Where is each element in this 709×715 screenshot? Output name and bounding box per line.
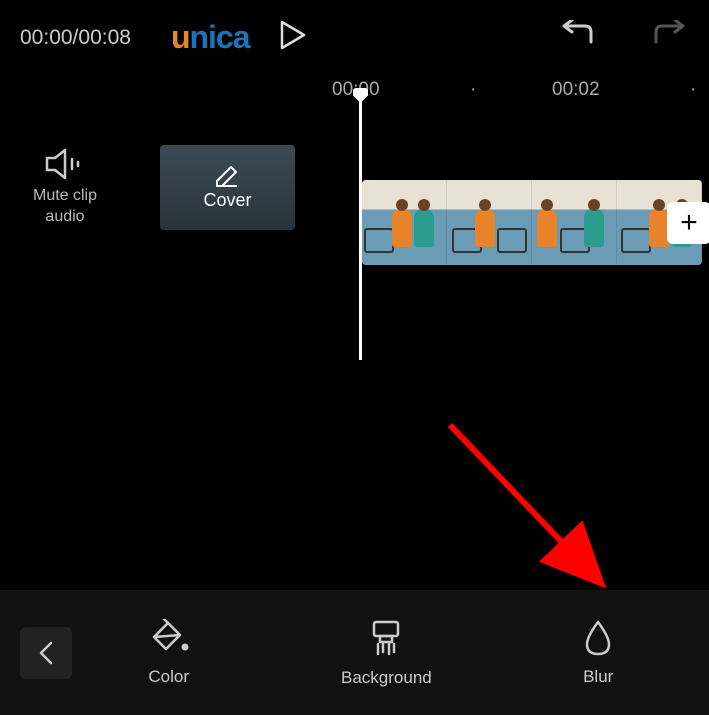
background-tool[interactable]: Background	[341, 618, 432, 688]
blur-tool[interactable]: Blur	[583, 619, 613, 687]
add-clip-button[interactable]: +	[667, 202, 709, 244]
timeline-tick: ·	[690, 79, 696, 101]
undo-button[interactable]	[558, 20, 596, 55]
logo: unica	[171, 19, 250, 56]
timeline-tick: ·	[470, 79, 476, 101]
timeline-area[interactable]: Mute clip audio Cover	[0, 140, 709, 490]
redo-button[interactable]	[651, 20, 689, 55]
mute-clip-label: Mute clip audio	[33, 186, 97, 228]
paint-bucket-icon	[148, 619, 190, 657]
mute-icon	[45, 148, 85, 180]
background-label: Background	[341, 668, 432, 688]
logo-u: u	[171, 19, 190, 55]
play-button[interactable]	[280, 20, 306, 55]
logo-i: i	[208, 19, 216, 55]
timecode: 00:00/00:08	[20, 26, 131, 50]
cover-clip[interactable]: Cover	[160, 145, 295, 230]
cover-label: Cover	[203, 190, 251, 211]
brush-icon	[366, 618, 406, 658]
blur-label: Blur	[583, 667, 613, 687]
top-bar: 00:00/00:08 unica	[0, 0, 709, 75]
edit-icon	[215, 164, 239, 188]
color-label: Color	[148, 667, 189, 687]
logo-n: n	[189, 19, 208, 55]
bottom-toolbar: Color Background Blur	[0, 590, 709, 715]
chevron-left-icon	[38, 640, 54, 666]
color-tool[interactable]: Color	[148, 619, 190, 687]
video-clip[interactable]	[362, 180, 702, 265]
timeline-mark-1: 00:02	[552, 79, 600, 101]
water-drop-icon	[583, 619, 613, 657]
logo-c: c	[216, 19, 233, 55]
playhead[interactable]	[359, 90, 362, 360]
logo-a: a	[233, 19, 250, 55]
back-button[interactable]	[20, 627, 72, 679]
mute-clip-audio-button[interactable]: Mute clip audio	[0, 148, 130, 228]
